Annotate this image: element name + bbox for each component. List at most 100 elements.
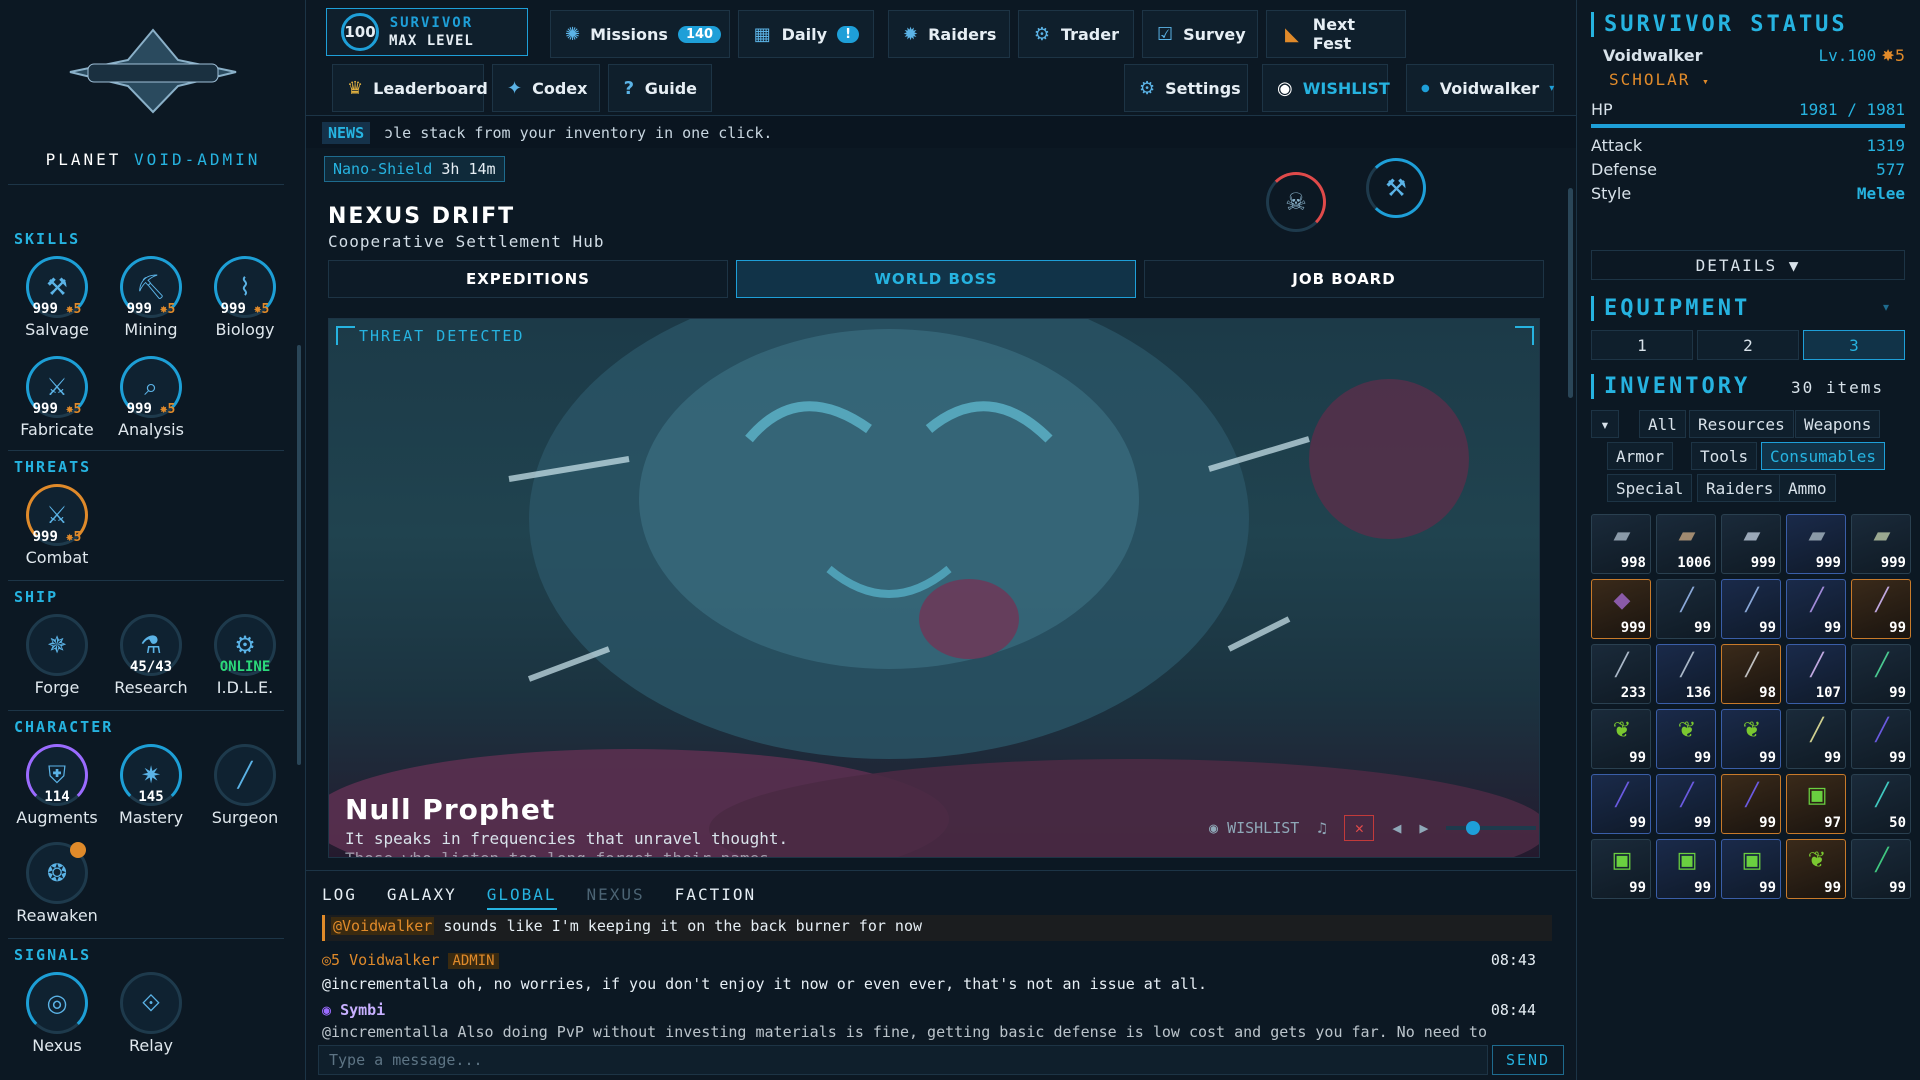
skill-research[interactable]: ⚗ 45/43 Research — [104, 614, 194, 704]
tab-expeditions[interactable]: EXPEDITIONS — [328, 260, 728, 298]
inventory-slot[interactable]: ╱ 99 — [1851, 644, 1911, 704]
music-icon[interactable]: ♫ — [1317, 819, 1326, 837]
skill-fabricate[interactable]: ⚔ 999 ✸5 Fabricate — [10, 356, 100, 446]
skill-salvage[interactable]: ⚒ 999 ✸5 Salvage — [10, 256, 100, 346]
missions-button[interactable]: ✺ Missions 140 — [550, 10, 730, 58]
inventory-slot[interactable]: ╱ 99 — [1591, 774, 1651, 834]
inventory-slot[interactable]: ╱ 233 — [1591, 644, 1651, 704]
world-boss-scene[interactable]: THREAT DETECTED Null Prophet It speaks i… — [328, 318, 1540, 858]
details-button[interactable]: DETAILS ▼ — [1591, 250, 1905, 280]
inventory-slot[interactable]: ╱ 107 — [1786, 644, 1846, 704]
chevron-down-icon[interactable]: ▾ — [1883, 300, 1889, 314]
skill-combat[interactable]: ⚔ 999 ✸5 Combat — [10, 484, 100, 574]
filter-resources[interactable]: Resources — [1689, 410, 1794, 438]
skill-analysis[interactable]: ⌕ 999 ✸5 Analysis — [104, 356, 194, 446]
wishlist-button[interactable]: ◉ WISHLIST — [1262, 64, 1390, 112]
main-scrollbar[interactable] — [1568, 188, 1573, 398]
equipment-set-1[interactable]: 1 — [1591, 330, 1693, 360]
inventory-slot[interactable]: ▰ 999 — [1786, 514, 1846, 574]
inventory-slot[interactable]: ╱ 99 — [1851, 579, 1911, 639]
chat-tab-global[interactable]: GLOBAL — [486, 885, 557, 910]
inventory-slot[interactable]: ▰ 999 — [1851, 514, 1911, 574]
chat-tab-log[interactable]: LOG — [322, 885, 357, 910]
active-buff[interactable]: Nano-Shield 3h 14m — [324, 156, 505, 182]
chat-tab-galaxy[interactable]: GALAXY — [387, 885, 457, 910]
inventory-slot[interactable]: ▰ 1006 — [1656, 514, 1716, 574]
equipment-set-2[interactable]: 2 — [1697, 330, 1799, 360]
next-icon[interactable]: ▶ — [1419, 819, 1428, 837]
inventory-slot[interactable]: ╱ 136 — [1656, 644, 1716, 704]
chat-input[interactable]: Type a message... — [318, 1045, 1488, 1075]
filter-armor[interactable]: Armor — [1607, 442, 1674, 470]
inventory-slot[interactable]: ╱ 99 — [1851, 839, 1911, 899]
user-dropdown[interactable]: ● Voidwalker ▾ — [1406, 64, 1554, 112]
filter-consumables[interactable]: Consumables — [1761, 442, 1885, 470]
inventory-slot[interactable]: ╱ 99 — [1721, 579, 1781, 639]
skill-reawaken[interactable]: ❂ Reawaken — [10, 842, 100, 932]
item-quantity: 99 — [1889, 750, 1906, 766]
codex-button[interactable]: ✦ Codex — [492, 64, 600, 112]
survey-button[interactable]: ☑ Survey — [1142, 10, 1258, 58]
inventory-slot[interactable]: ╱ 50 — [1851, 774, 1911, 834]
daily-button[interactable]: ▦ Daily! — [738, 10, 874, 58]
next-fest-button[interactable]: ◣ Next Fest — [1266, 10, 1406, 58]
inventory-slot[interactable]: ❦ 99 — [1786, 839, 1846, 899]
filter-all[interactable]: All — [1639, 410, 1686, 438]
skill-idle[interactable]: ⚙ ONLINE I.D.L.E. — [198, 614, 288, 704]
chat-tab-nexus[interactable]: NEXUS — [587, 885, 645, 910]
inventory-slot[interactable]: ╱ 99 — [1851, 709, 1911, 769]
inventory-slot[interactable]: ▣ 99 — [1721, 839, 1781, 899]
class-dropdown[interactable]: SCHOLAR ▾ — [1591, 70, 1905, 89]
skill-mastery[interactable]: ✷ 145 Mastery — [104, 744, 194, 834]
filter-ammo[interactable]: Ammo — [1779, 474, 1836, 502]
inventory-slot[interactable]: ▰ 998 — [1591, 514, 1651, 574]
inventory-slot[interactable]: ╱ 99 — [1786, 579, 1846, 639]
inventory-slot[interactable]: ❦ 99 — [1721, 709, 1781, 769]
chat-username[interactable]: Voidwalker — [349, 951, 439, 969]
send-button[interactable]: SEND — [1492, 1045, 1564, 1075]
scene-wishlist-button[interactable]: ◉ WISHLIST — [1209, 819, 1299, 837]
inventory-slot[interactable]: ◆ 999 — [1591, 579, 1651, 639]
raiders-button[interactable]: ✹ Raiders — [888, 10, 1010, 58]
filter-toggle-icon[interactable]: ▾ — [1591, 410, 1619, 438]
chat-tab-faction[interactable]: FACTION — [675, 885, 756, 910]
volume-slider[interactable] — [1446, 821, 1537, 835]
filter-raiders[interactable]: Raiders — [1697, 474, 1783, 502]
slider-handle[interactable] — [1466, 821, 1481, 835]
inventory-slot[interactable]: ❦ 99 — [1656, 709, 1716, 769]
tab-world-boss[interactable]: WORLD BOSS — [736, 260, 1136, 298]
tool-action-button[interactable]: ⚒ — [1366, 158, 1426, 218]
inventory-slot[interactable]: ╱ 99 — [1656, 774, 1716, 834]
inventory-slot[interactable]: ╱ 99 — [1721, 774, 1781, 834]
skill-mining[interactable]: ⛏ 999 ✸5 Mining — [104, 256, 194, 346]
skill-surgeon[interactable]: ╱ Surgeon — [198, 744, 288, 834]
trader-button[interactable]: ⚙ Trader — [1018, 10, 1134, 58]
equipment-set-3[interactable]: 3 — [1803, 330, 1905, 360]
prev-icon[interactable]: ◀ — [1392, 819, 1401, 837]
skill-nexus[interactable]: ◎ Nexus — [10, 972, 100, 1062]
filter-tools[interactable]: Tools — [1691, 442, 1758, 470]
sidebar-scrollbar[interactable] — [297, 345, 301, 765]
inventory-slot[interactable]: ╱ 99 — [1786, 709, 1846, 769]
inventory-slot[interactable]: ▣ 99 — [1591, 839, 1651, 899]
inventory-slot[interactable]: ▰ 999 — [1721, 514, 1781, 574]
filter-special[interactable]: Special — [1607, 474, 1693, 502]
leaderboard-button[interactable]: ♛ Leaderboard — [332, 64, 488, 112]
inventory-slot[interactable]: ╱ 98 — [1721, 644, 1781, 704]
guide-button[interactable]: ? Guide — [608, 64, 712, 112]
filter-weapons[interactable]: Weapons — [1795, 410, 1881, 438]
survivor-level-button[interactable]: 100 SURVIVOR MAX LEVEL — [326, 8, 528, 56]
close-icon[interactable]: ✕ — [1344, 815, 1375, 841]
settings-button[interactable]: ⚙ Settings — [1124, 64, 1248, 112]
skill-biology[interactable]: ⌇ 999 ✸5 Biology — [198, 256, 288, 346]
raider-portrait-button[interactable]: ☠ — [1266, 172, 1326, 232]
inventory-slot[interactable]: ▣ 97 — [1786, 774, 1846, 834]
inventory-slot[interactable]: ▣ 99 — [1656, 839, 1716, 899]
chat-username[interactable]: Symbi — [340, 1001, 385, 1019]
skill-augments[interactable]: ⛨ 114 Augments — [10, 744, 100, 834]
inventory-slot[interactable]: ❦ 99 — [1591, 709, 1651, 769]
tab-job-board[interactable]: JOB BOARD — [1144, 260, 1544, 298]
inventory-slot[interactable]: ╱ 99 — [1656, 579, 1716, 639]
skill-relay[interactable]: ⟐ Relay — [104, 972, 194, 1062]
skill-forge[interactable]: ✵ Forge — [10, 614, 100, 704]
